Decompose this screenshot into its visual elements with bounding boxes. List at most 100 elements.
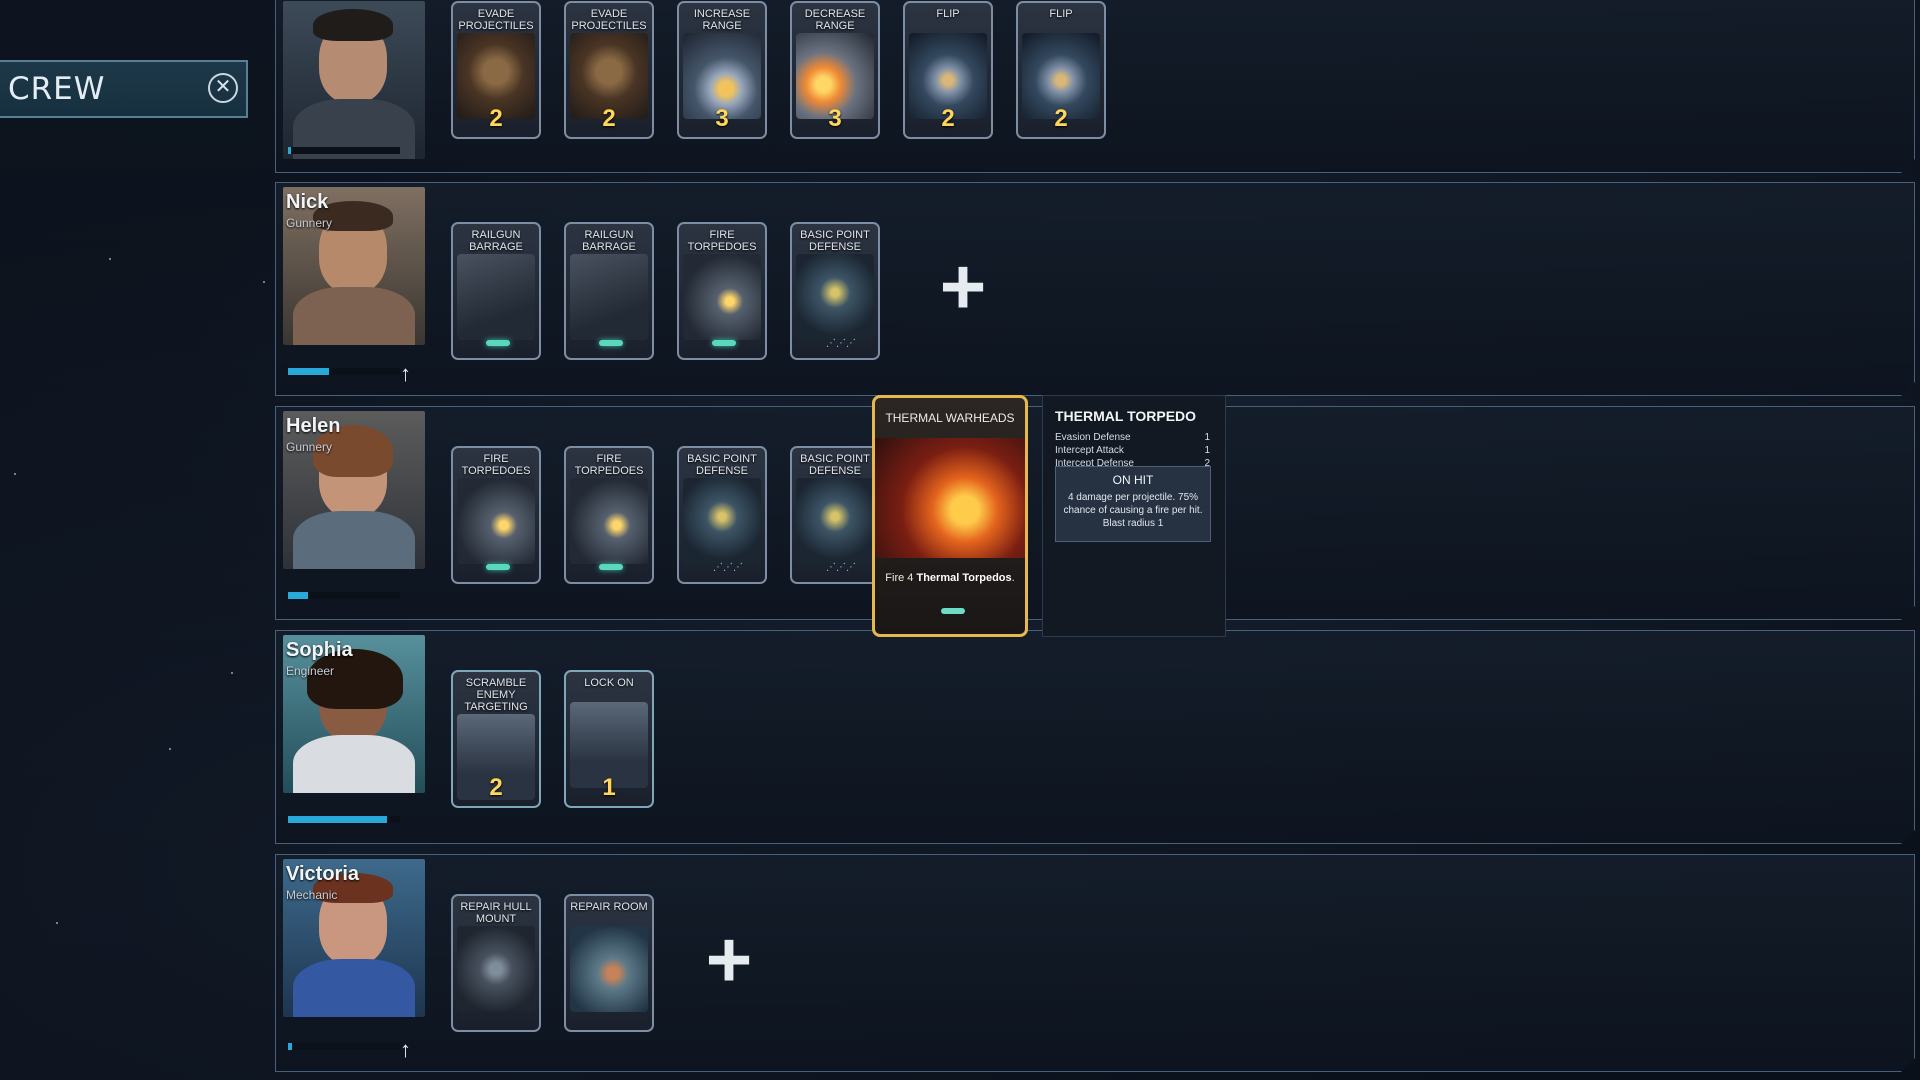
crew-panel-nick: Nick Gunnery ↑ RAILGUN BARRAGE RAILGUN B… (275, 182, 1915, 396)
card-description-suffix: . (1011, 572, 1015, 584)
card-evade-projectiles[interactable]: EVADE PROJECTILES 2 (451, 1, 541, 139)
upgrade-arrow-icon[interactable]: ↑ (400, 1037, 411, 1063)
card-basic-point-defense[interactable]: BASIC POINT DEFENSE ⋰⋰⋰ (790, 446, 880, 584)
card-decrease-range[interactable]: DECREASE RANGE 3 (790, 1, 880, 139)
card-art (457, 478, 535, 564)
portrait-body (293, 287, 415, 345)
card-title: DECREASE RANGE (804, 8, 866, 32)
background-star (231, 672, 233, 674)
card-art (875, 438, 1025, 558)
card-art (796, 254, 874, 340)
crew-screen: CREW ✕ EVADE PROJECTILES 2 EVADE PROJECT… (0, 0, 1920, 1080)
card-art (457, 254, 535, 340)
stat-value: 1 (1204, 445, 1210, 456)
xp-fill (288, 1043, 292, 1050)
on-hit-box: ON HIT 4 damage per projectile. 75% chan… (1055, 466, 1211, 542)
card-title: RAILGUN BARRAGE (582, 229, 636, 253)
card-title: BASIC POINT DEFENSE (800, 453, 870, 477)
card-title: FIRE TORPEDOES (687, 229, 757, 253)
stat-label: Evasion Defense (1055, 432, 1131, 443)
xp-bar (288, 147, 400, 154)
card-basic-point-defense[interactable]: BASIC POINT DEFENSE ⋰⋰⋰ (790, 222, 880, 360)
card-repair-room[interactable]: REPAIR ROOM (564, 894, 654, 1032)
upgrade-arrow-icon[interactable]: ↑ (400, 361, 411, 387)
railgun-ammo-icon (486, 340, 510, 346)
card-art (796, 478, 874, 564)
card-title: LOCK ON (584, 677, 634, 689)
xp-fill (288, 816, 387, 823)
crew-role: Gunnery (286, 216, 333, 230)
xp-bar (288, 592, 400, 599)
crew-name: Nick (286, 191, 329, 213)
card-cost: 3 (828, 105, 842, 132)
card-basic-point-defense[interactable]: BASIC POINT DEFENSE ⋰⋰⋰ (677, 446, 767, 584)
add-card-button[interactable]: + (926, 252, 1000, 326)
card-repair-hull-mount[interactable]: REPAIR HULL MOUNT (451, 894, 541, 1032)
card-cost: 2 (602, 105, 616, 132)
card-lock-on[interactable]: LOCK ON 1 (564, 670, 654, 808)
background-star (14, 473, 16, 475)
card-fire-torpedoes[interactable]: FIRE TORPEDOES (677, 222, 767, 360)
card-title: RAILGUN BARRAGE (469, 229, 523, 253)
card-fire-torpedoes[interactable]: FIRE TORPEDOES (564, 446, 654, 584)
crew-panel-sophia: Sophia Engineer SCRAMBLE ENEMY TARGETING… (275, 630, 1915, 844)
card-evade-projectiles[interactable]: EVADE PROJECTILES 2 (564, 1, 654, 139)
card-art (570, 478, 648, 564)
card-title: EVADE PROJECTILES (458, 8, 534, 32)
card-title: FLIP (936, 8, 960, 20)
crew-portrait (283, 1, 425, 159)
crew-name: Victoria (286, 863, 359, 885)
card-railgun-barrage[interactable]: RAILGUN BARRAGE (451, 222, 541, 360)
point-defense-icon: ⋰⋰⋰ (826, 562, 856, 573)
card-cost: 1 (602, 774, 616, 801)
card-cost: 2 (1054, 105, 1068, 132)
add-card-button[interactable]: + (692, 925, 766, 999)
card-title: SCRAMBLE ENEMY TARGETING (464, 677, 528, 713)
card-description: Fire 4 Thermal Torpedos. (879, 572, 1021, 584)
card-title: FIRE TORPEDOES (461, 453, 531, 477)
card-title: FLIP (1049, 8, 1073, 20)
card-title: BASIC POINT DEFENSE (687, 453, 757, 477)
torpedo-ammo-icon (486, 564, 510, 570)
close-icon[interactable]: ✕ (208, 73, 238, 103)
card-cost: 3 (715, 105, 729, 132)
xp-fill (288, 147, 291, 154)
crew-header: CREW ✕ (0, 60, 248, 118)
portrait-hair (313, 9, 393, 41)
card-title: FIRE TORPEDOES (574, 453, 644, 477)
portrait-body (293, 511, 415, 569)
xp-bar (288, 816, 400, 823)
card-title: THERMAL WARHEADS (885, 411, 1015, 425)
card-description-prefix: Fire 4 (885, 572, 917, 584)
card-cost: 2 (941, 105, 955, 132)
card-cost: 2 (489, 105, 503, 132)
card-title: INCREASE RANGE (693, 8, 751, 32)
card-flip[interactable]: FLIP 2 (903, 1, 993, 139)
card-title: REPAIR ROOM (570, 901, 648, 913)
card-increase-range[interactable]: INCREASE RANGE 3 (677, 1, 767, 139)
torpedo-ammo-icon (941, 608, 965, 614)
stat-value: 1 (1204, 432, 1210, 443)
card-art (570, 254, 648, 340)
card-scramble-enemy-targeting[interactable]: SCRAMBLE ENEMY TARGETING 2 (451, 670, 541, 808)
crew-role: Gunnery (286, 440, 333, 454)
card-art (683, 478, 761, 564)
card-cost: 2 (489, 774, 503, 801)
crew-name: Sophia (286, 639, 353, 661)
stat-label: Intercept Attack (1055, 445, 1124, 456)
crew-title: CREW (8, 71, 106, 107)
hovered-card-thermal-warheads[interactable]: THERMAL WARHEADS Fire 4 Thermal Torpedos… (872, 395, 1028, 637)
card-flip[interactable]: FLIP 2 (1016, 1, 1106, 139)
card-fire-torpedoes[interactable]: FIRE TORPEDOES (451, 446, 541, 584)
card-art (570, 926, 648, 1012)
xp-bar (288, 1043, 400, 1050)
background-star (169, 748, 171, 750)
torpedo-ammo-icon (599, 564, 623, 570)
xp-fill (288, 368, 329, 375)
card-description-highlight: Thermal Torpedos (916, 572, 1012, 584)
point-defense-icon: ⋰⋰⋰ (713, 562, 743, 573)
crew-panel-0: EVADE PROJECTILES 2 EVADE PROJECTILES 2 … (275, 0, 1915, 173)
card-railgun-barrage[interactable]: RAILGUN BARRAGE (564, 222, 654, 360)
stat-row: Evasion Defense 1 (1055, 432, 1210, 443)
point-defense-icon: ⋰⋰⋰ (826, 338, 856, 349)
